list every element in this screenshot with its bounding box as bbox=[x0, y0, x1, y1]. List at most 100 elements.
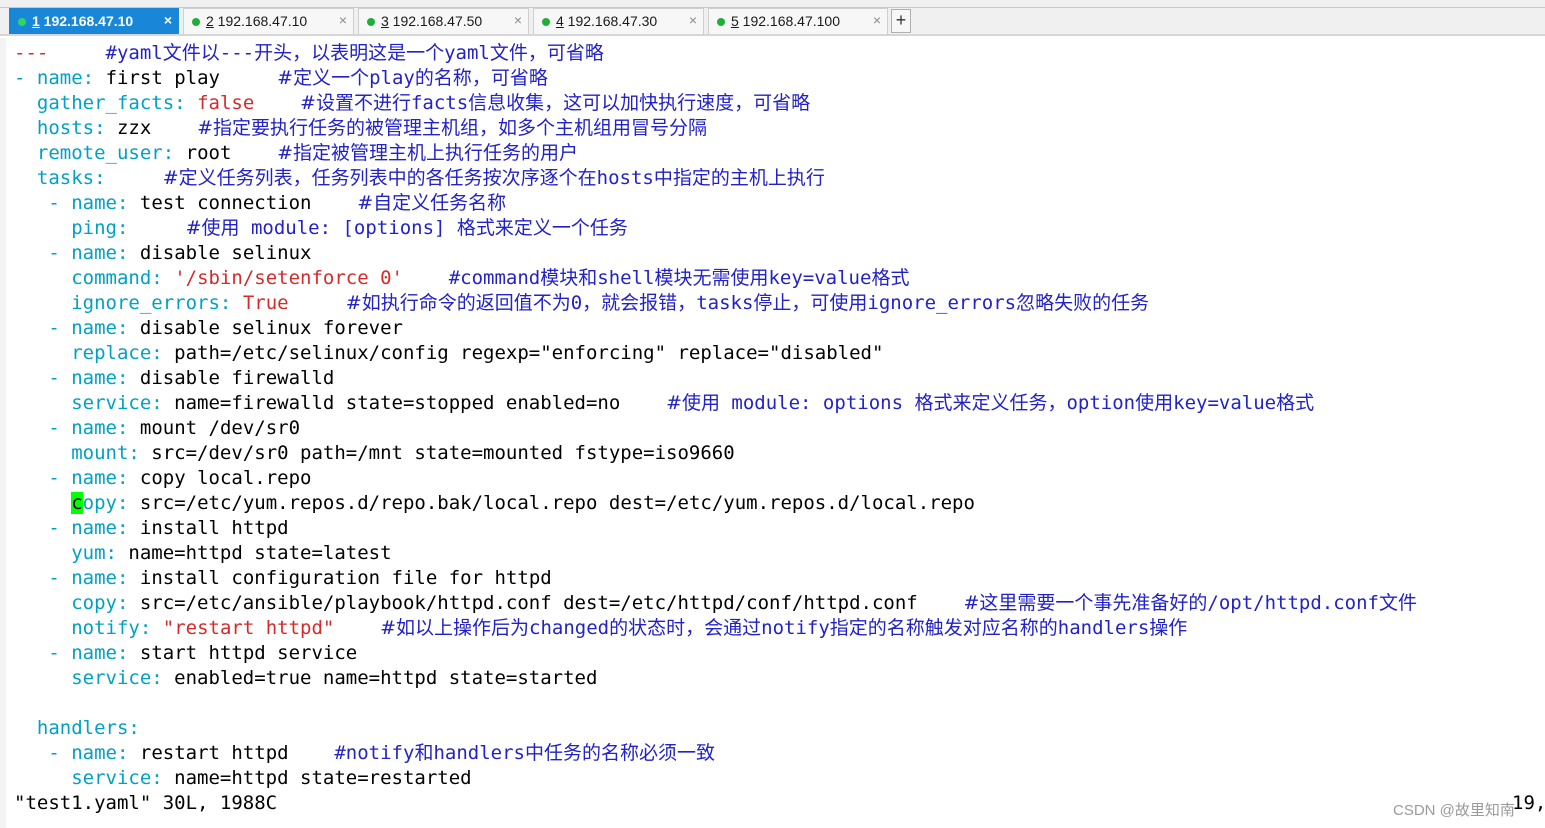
code-token: 信息收集，这可以加快执行速度，可省略 bbox=[468, 92, 811, 114]
code-token: - bbox=[48, 242, 60, 264]
code-token: : bbox=[151, 392, 163, 414]
code-token: - bbox=[48, 517, 60, 539]
code-token: #定义一个 bbox=[277, 67, 370, 89]
tab-session-1[interactable]: 1 192.168.47.10 × bbox=[9, 8, 179, 34]
editor-line: remote_user: root #指定被管理主机上执行任务的用户 bbox=[14, 141, 578, 166]
code-token: yaml bbox=[444, 42, 490, 64]
editor-line: - name: disable selinux bbox=[14, 241, 311, 266]
close-tab-icon[interactable]: × bbox=[339, 12, 347, 28]
code-token: name bbox=[36, 67, 83, 89]
code-token: handlers bbox=[1057, 617, 1150, 639]
code-token: 模块无需使用 bbox=[654, 267, 769, 289]
code-token: src=/etc/yum.repos.d/repo.bak/local.repo… bbox=[128, 492, 975, 514]
code-token: install httpd bbox=[128, 517, 289, 539]
code-token: : bbox=[219, 292, 232, 314]
tab-session-3[interactable]: 3 192.168.47.50 × bbox=[358, 8, 529, 34]
code-token: notify bbox=[761, 617, 830, 639]
close-tab-icon[interactable]: × bbox=[689, 12, 697, 28]
code-token: service bbox=[71, 767, 152, 789]
code-token: false bbox=[197, 92, 255, 114]
tab-label: 4 192.168.47.30 bbox=[556, 13, 657, 29]
code-token: 使用 bbox=[1135, 392, 1174, 414]
watermark: CSDN @故里知南 bbox=[1393, 802, 1515, 819]
tab-session-2[interactable]: 2 192.168.47.10 × bbox=[183, 8, 354, 34]
editor-line: command: '/sbin/setenforce 0' #command模块… bbox=[14, 266, 909, 291]
code-token: - bbox=[48, 317, 60, 339]
code-token: src=/etc/ansible/playbook/httpd.conf des… bbox=[128, 592, 964, 614]
code-token: - bbox=[48, 417, 60, 439]
editor-line: notify: "restart httpd" #如以上操作后为changed的… bbox=[14, 616, 1187, 641]
code-token: : bbox=[151, 667, 163, 689]
code-token: name bbox=[71, 642, 117, 664]
editor-line: gather_facts: false #设置不进行facts信息收集，这可以加… bbox=[14, 91, 810, 116]
code-token: : bbox=[117, 742, 129, 764]
code-token: 模块和 bbox=[540, 267, 598, 289]
code-token: start httpd service bbox=[128, 642, 358, 664]
code-token: : bbox=[117, 317, 129, 339]
code-token: - bbox=[48, 567, 60, 589]
code-token: key=value bbox=[1173, 392, 1277, 414]
code-token: : bbox=[128, 442, 140, 464]
editor-line: tasks: #定义任务列表，任务列表中的各任务按次序逐个在hosts中指定的主… bbox=[14, 166, 825, 191]
code-token: handlers bbox=[433, 742, 525, 764]
tab-number: 3 bbox=[381, 13, 389, 29]
tab-label: 2 192.168.47.10 bbox=[206, 13, 307, 29]
code-token: : bbox=[117, 192, 129, 214]
code-token: shell bbox=[597, 267, 655, 289]
code-token: disable selinux bbox=[128, 242, 312, 264]
code-token: 文件 bbox=[1378, 592, 1417, 614]
code-token: 格式来定义一个任务 bbox=[456, 217, 628, 239]
code-token: tasks bbox=[36, 167, 95, 189]
close-tab-icon[interactable]: × bbox=[164, 12, 172, 28]
code-token: 格式来定义任务， bbox=[914, 392, 1067, 414]
code-token: tasks bbox=[696, 292, 754, 314]
code-token: 的名称，可省略 bbox=[414, 67, 548, 89]
code-token: name bbox=[71, 367, 117, 389]
code-token: : bbox=[117, 367, 129, 389]
code-token: #指定要执行任务的被管理主机组，如多个主机组用冒号分隔 bbox=[197, 117, 707, 139]
code-token: module: [options] bbox=[239, 217, 457, 239]
close-tab-icon[interactable]: × bbox=[514, 12, 522, 28]
code-token: 格式 bbox=[871, 267, 910, 289]
code-token: restart httpd bbox=[128, 742, 335, 764]
code-token: : bbox=[139, 617, 152, 639]
tab-session-5[interactable]: 5 192.168.47.100 × bbox=[708, 8, 888, 34]
editor-line: service: name=firewalld state=stopped en… bbox=[14, 391, 1314, 416]
code-token: - bbox=[48, 467, 60, 489]
code-token: #如以上操作后为 bbox=[380, 617, 530, 639]
close-tab-icon[interactable]: × bbox=[873, 12, 881, 28]
tab-session-4[interactable]: 4 192.168.47.30 × bbox=[533, 8, 704, 34]
code-token: 停止，可使用 bbox=[753, 292, 868, 314]
code-token: name bbox=[71, 742, 117, 764]
code-token: opy bbox=[82, 492, 117, 514]
code-token: copy local.repo bbox=[128, 467, 312, 489]
vim-status-line: "test1.yaml" 30L, 1988C bbox=[14, 792, 278, 814]
editor-line: - name: install configuration file for h… bbox=[14, 566, 551, 591]
tab-label: 1 192.168.47.10 bbox=[32, 13, 133, 29]
new-tab-button[interactable]: + bbox=[891, 9, 911, 33]
code-token: True bbox=[242, 292, 289, 314]
terminal-vim-editor[interactable]: --- #yaml文件以---开头，以表明这是一个yaml文件，可省略 - nam… bbox=[0, 38, 1545, 828]
code-token: #如执行命令的返回值不为 bbox=[345, 292, 571, 314]
code-token: : bbox=[117, 242, 129, 264]
code-token: facts bbox=[410, 92, 469, 114]
